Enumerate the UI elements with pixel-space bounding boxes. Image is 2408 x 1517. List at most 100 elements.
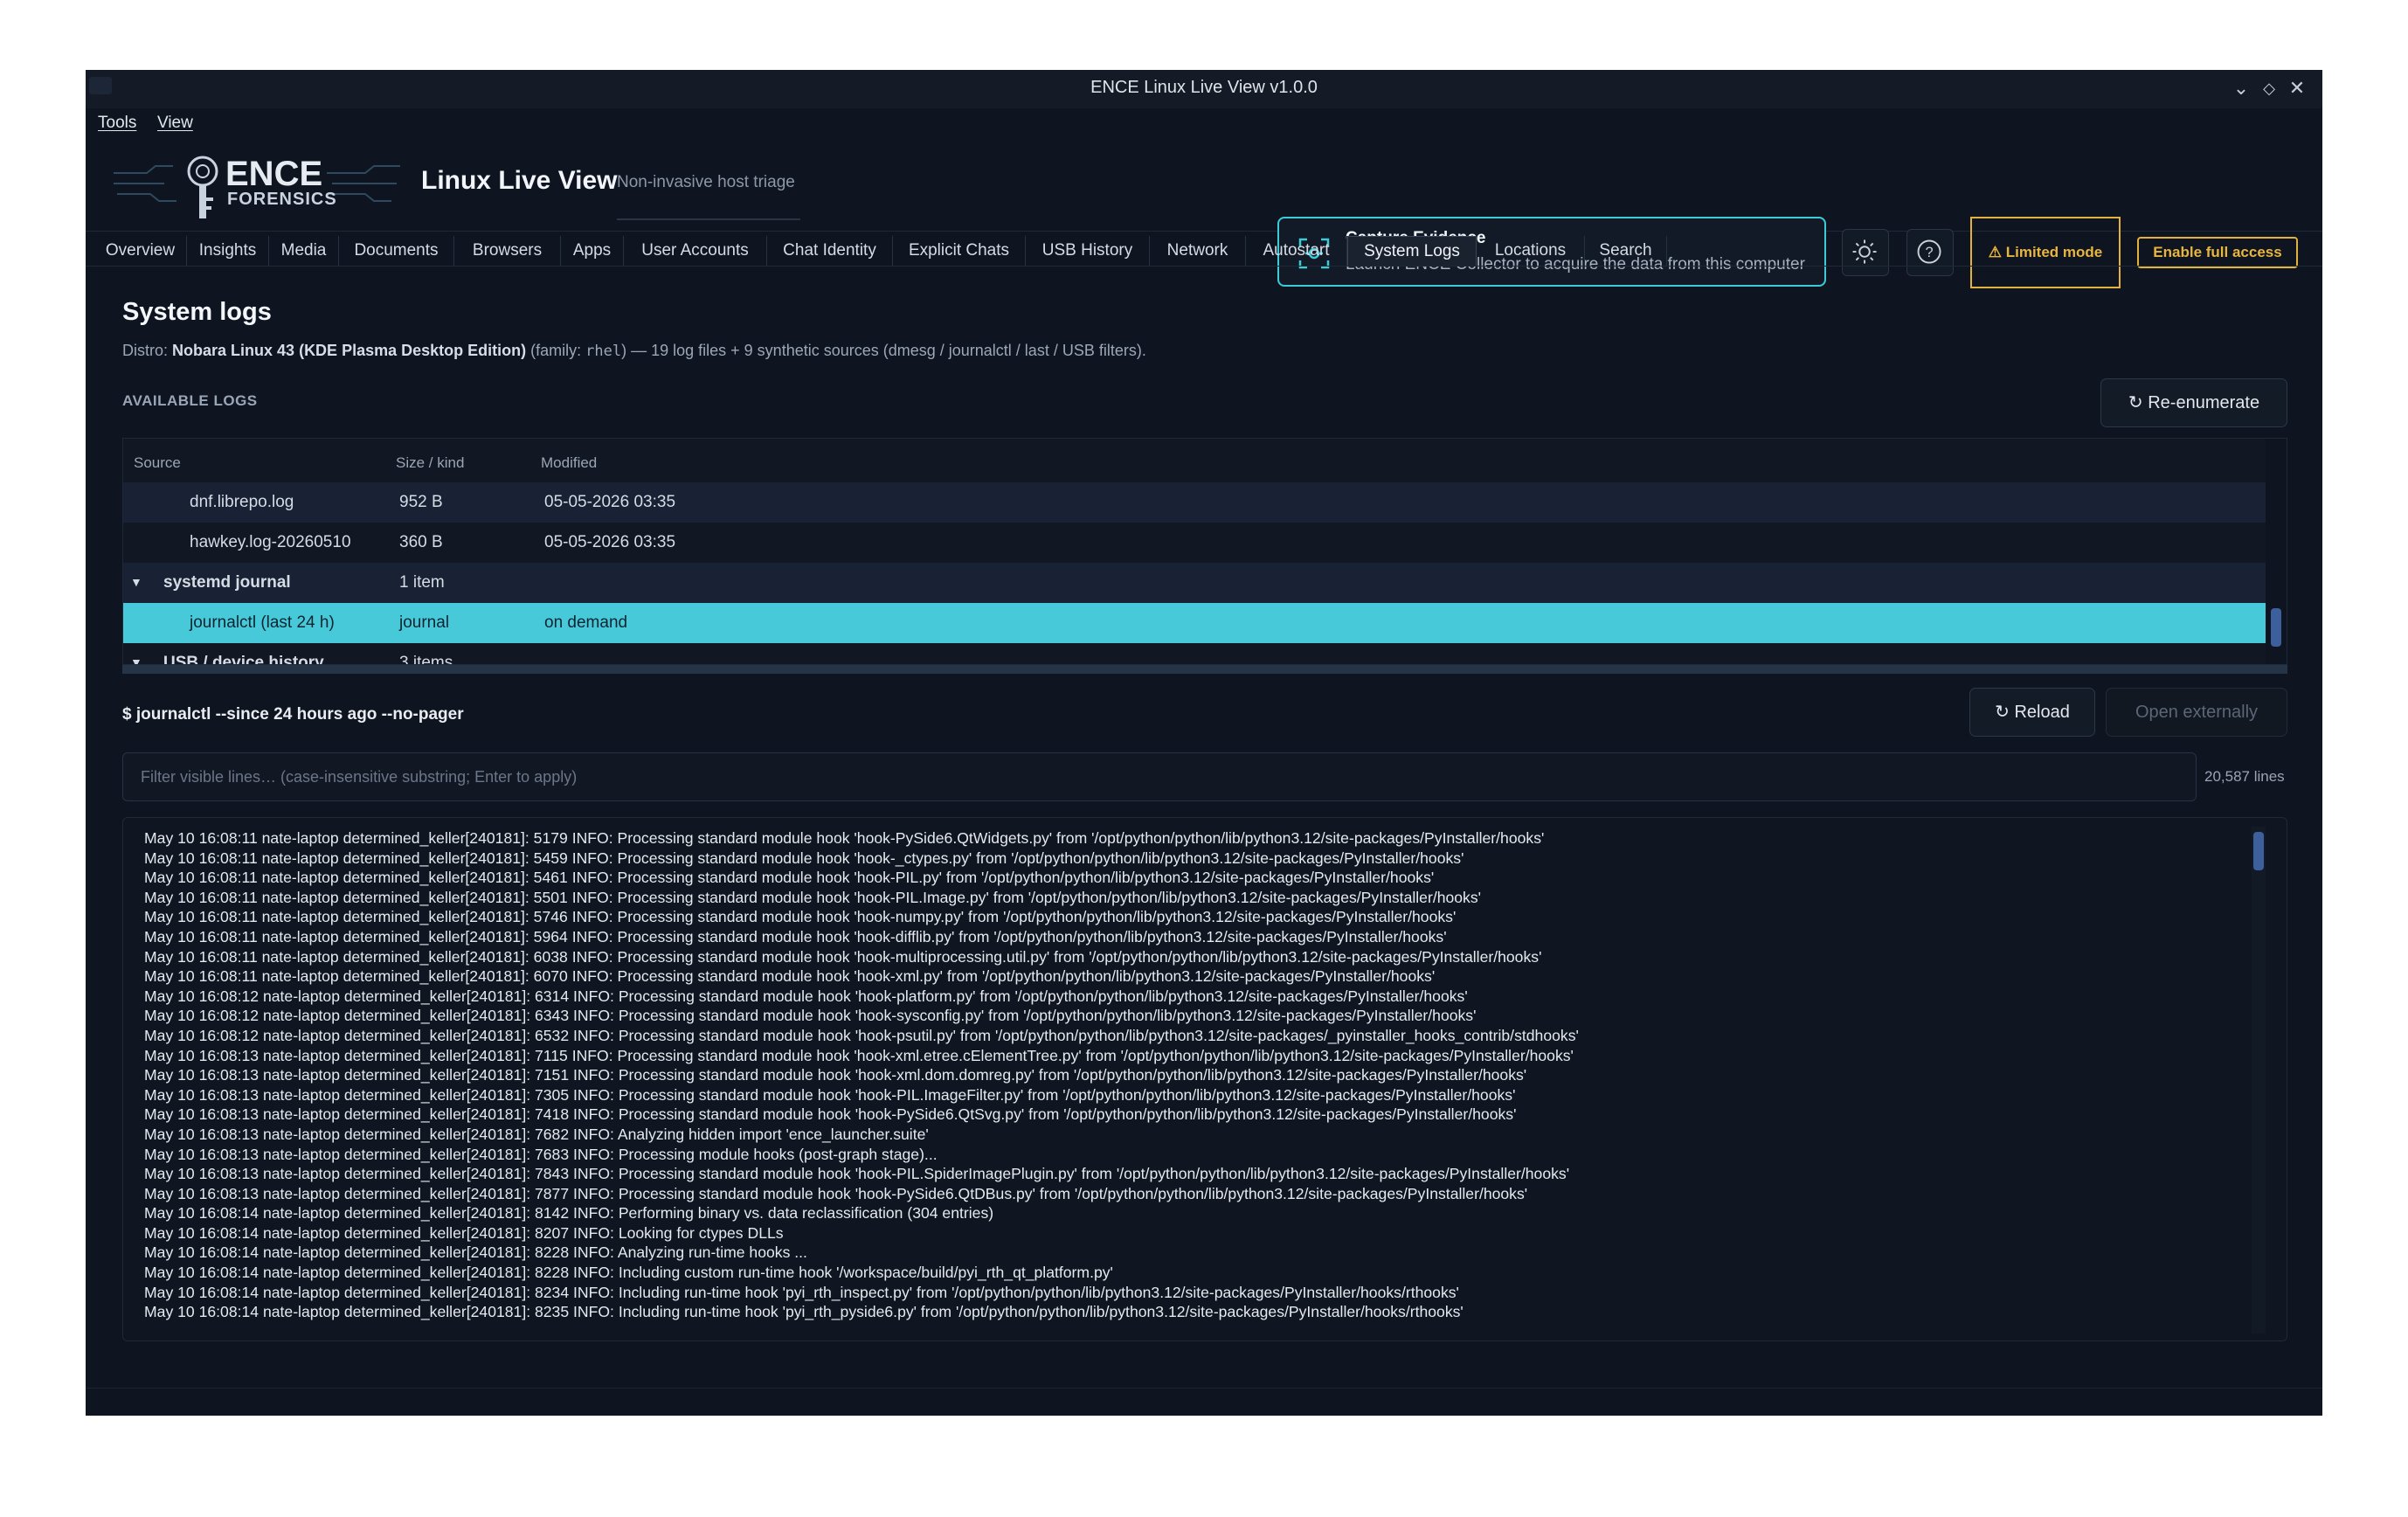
tab-autostart[interactable]: Autostart xyxy=(1246,236,1347,266)
row-size: 360 B xyxy=(399,533,443,551)
group-name: USB / device history xyxy=(163,654,324,665)
tagline: Non-invasive host triage xyxy=(617,173,795,191)
reload-button[interactable]: ↻ Reload xyxy=(1969,688,2095,737)
log-scrollbar-thumb[interactable] xyxy=(2253,832,2264,870)
system-logs-panel: System logs Distro: Nobara Linux 43 (KDE… xyxy=(86,266,2322,1403)
row-size: 952 B xyxy=(399,493,443,511)
line-count: 20,587 lines xyxy=(2204,768,2285,785)
tab-apps[interactable]: Apps xyxy=(561,236,624,266)
app-name: Linux Live View xyxy=(421,166,618,195)
group-count: 3 items xyxy=(399,654,453,665)
divider xyxy=(617,218,800,220)
log-line: May 10 16:08:13 nate-laptop determined_k… xyxy=(144,1184,1528,1202)
tab-browsers[interactable]: Browsers xyxy=(454,236,561,266)
reload-label: Reload xyxy=(2014,703,2070,722)
log-line: May 10 16:08:11 nate-laptop determined_k… xyxy=(144,849,1464,867)
log-line: May 10 16:08:14 nate-laptop determined_k… xyxy=(144,1223,784,1242)
chevron-down-icon[interactable]: ▼ xyxy=(130,575,142,589)
group-name: systemd journal xyxy=(163,573,291,592)
row-source: dnf.librepo.log xyxy=(190,493,294,511)
log-line: May 10 16:08:11 nate-laptop determined_k… xyxy=(144,829,1545,847)
log-lines: May 10 16:08:11 nate-laptop determined_k… xyxy=(144,828,2215,1335)
row-size: journal xyxy=(399,613,450,632)
log-scrollbar[interactable] xyxy=(2252,827,2266,1333)
row-source: journalctl (last 24 h) xyxy=(190,613,335,632)
page-title: System logs xyxy=(122,298,272,326)
tab-network[interactable]: Network xyxy=(1150,236,1246,266)
open-externally-button[interactable]: Open externally xyxy=(2106,688,2287,737)
menu-bar: Tools View xyxy=(86,108,2322,140)
tab-system-logs[interactable]: System Logs xyxy=(1347,236,1477,266)
menu-view[interactable]: View xyxy=(157,114,193,133)
tab-chat-identity[interactable]: Chat Identity xyxy=(767,236,893,266)
log-line: May 10 16:08:14 nate-laptop determined_k… xyxy=(144,1243,807,1262)
tree-row[interactable]: hawkey.log-20260510 360 B 05-05-2026 03:… xyxy=(123,523,2266,563)
distro-summary: ) — 19 log files + 9 synthetic sources (… xyxy=(621,342,1146,359)
distro-info: Distro: Nobara Linux 43 (KDE Plasma Desk… xyxy=(122,342,1146,360)
tab-overview[interactable]: Overview xyxy=(94,236,187,266)
svg-text:?: ? xyxy=(1925,245,1933,260)
log-line: May 10 16:08:12 nate-laptop determined_k… xyxy=(144,987,1468,1005)
re-enumerate-label: Re-enumerate xyxy=(2148,393,2260,412)
log-line: May 10 16:08:14 nate-laptop determined_k… xyxy=(144,1264,1113,1282)
logo-text-ence: ENCE xyxy=(225,155,322,193)
column-header-modified[interactable]: Modified xyxy=(541,454,597,472)
tab-locations[interactable]: Locations xyxy=(1477,236,1585,266)
tab-documents[interactable]: Documents xyxy=(339,236,454,266)
log-line: May 10 16:08:11 nate-laptop determined_k… xyxy=(144,908,1457,926)
tree-row[interactable]: dnf.librepo.log 952 B 05-05-2026 03:35 xyxy=(123,482,2266,523)
log-line: May 10 16:08:12 nate-laptop determined_k… xyxy=(144,1026,1579,1044)
tree-group-row[interactable]: ▼ USB / device history 3 items xyxy=(123,643,2266,665)
log-line: May 10 16:08:11 nate-laptop determined_k… xyxy=(144,927,1447,946)
available-logs-heading: AVAILABLE LOGS xyxy=(122,392,258,409)
tree-scrollbar-thumb[interactable] xyxy=(2271,608,2281,647)
log-line: May 10 16:08:13 nate-laptop determined_k… xyxy=(144,1125,929,1143)
tab-user-accounts[interactable]: User Accounts xyxy=(624,236,767,266)
logo-text-forensics: FORENSICS xyxy=(227,190,337,209)
limited-mode-label: Limited mode xyxy=(2005,244,2103,260)
refresh-icon: ↻ xyxy=(2128,393,2149,412)
log-line: May 10 16:08:13 nate-laptop determined_k… xyxy=(144,1046,1574,1064)
tab-explicit-chats[interactable]: Explicit Chats xyxy=(893,236,1026,266)
menu-tools[interactable]: Tools xyxy=(98,114,136,133)
row-modified: 05-05-2026 03:35 xyxy=(544,493,676,511)
log-line: May 10 16:08:14 nate-laptop determined_k… xyxy=(144,1204,994,1223)
log-line: May 10 16:08:13 nate-laptop determined_k… xyxy=(144,1085,1516,1104)
app-window: ENCE Linux Live View v1.0.0 ⌄ ◇ ✕ Tools … xyxy=(86,70,2322,1416)
column-header-size[interactable]: Size / kind xyxy=(396,454,464,472)
splitter-handle[interactable] xyxy=(122,665,2287,674)
filter-input[interactable] xyxy=(122,752,2197,801)
row-modified: on demand xyxy=(544,613,628,632)
app-header: ENCE FORENSICS Linux Live View Non-invas… xyxy=(86,140,2322,288)
tab-search[interactable]: Search xyxy=(1585,236,1667,266)
group-count: 1 item xyxy=(399,573,445,592)
re-enumerate-button[interactable]: ↻ Re-enumerate xyxy=(2100,378,2287,427)
log-line: May 10 16:08:13 nate-laptop determined_k… xyxy=(144,1145,938,1163)
tab-insights[interactable]: Insights xyxy=(187,236,269,266)
available-logs-tree[interactable]: Source Size / kind Modified dnf.librepo.… xyxy=(122,438,2287,665)
log-line: May 10 16:08:12 nate-laptop determined_k… xyxy=(144,1007,1477,1025)
warning-icon: ⚠ xyxy=(1988,244,2006,260)
tree-group-row[interactable]: ▼ systemd journal 1 item xyxy=(123,563,2266,603)
command-label: $ journalctl --since 24 hours ago --no-p… xyxy=(122,705,464,724)
tab-media[interactable]: Media xyxy=(269,236,339,266)
log-line: May 10 16:08:11 nate-laptop determined_k… xyxy=(144,947,1542,966)
refresh-icon: ↻ xyxy=(1995,703,2015,722)
log-viewer[interactable]: May 10 16:08:11 nate-laptop determined_k… xyxy=(122,817,2287,1341)
chevron-down-icon[interactable]: ▼ xyxy=(130,655,142,664)
tree-row-selected[interactable]: journalctl (last 24 h) journal on demand xyxy=(123,603,2266,643)
enable-full-access-button[interactable]: Enable full access xyxy=(2137,237,2298,268)
tab-usb-history[interactable]: USB History xyxy=(1026,236,1150,266)
row-modified: 05-05-2026 03:35 xyxy=(544,533,676,551)
ence-forensics-logo: ENCE FORENSICS xyxy=(114,155,400,218)
row-source: hawkey.log-20260510 xyxy=(190,533,351,551)
log-line: May 10 16:08:13 nate-laptop determined_k… xyxy=(144,1066,1527,1084)
minimize-icon[interactable]: ⌄ xyxy=(2228,75,2254,101)
log-line: May 10 16:08:13 nate-laptop determined_k… xyxy=(144,1105,1517,1124)
column-header-source[interactable]: Source xyxy=(134,454,181,472)
distro-family-prefix: (family: xyxy=(530,342,582,359)
maximize-icon[interactable]: ◇ xyxy=(2256,75,2282,101)
close-icon[interactable]: ✕ xyxy=(2284,75,2310,101)
log-line: May 10 16:08:11 nate-laptop determined_k… xyxy=(144,967,1436,986)
log-line: May 10 16:08:14 nate-laptop determined_k… xyxy=(144,1303,1463,1321)
